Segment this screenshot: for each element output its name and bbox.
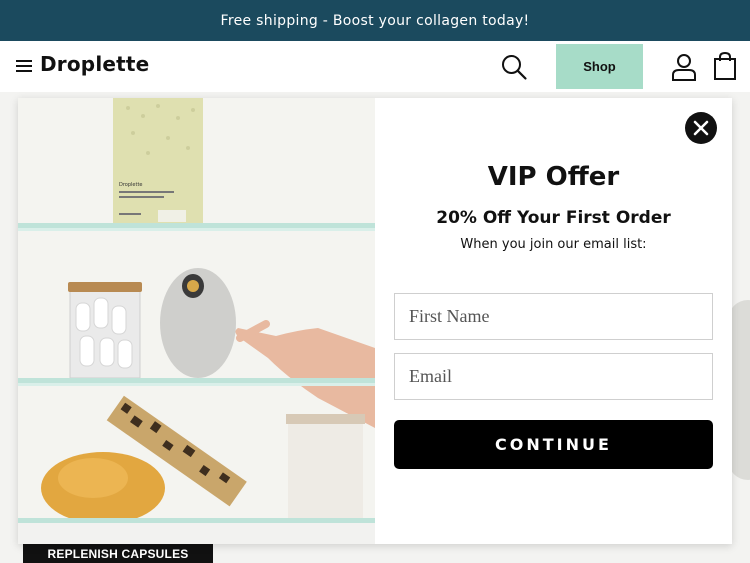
search-icon[interactable] <box>500 53 528 81</box>
vip-offer-popup: Droplette VIP Offer 20% Off Your First O… <box>18 98 732 544</box>
popup-product-image: Droplette <box>18 98 375 544</box>
shelf-scene-illustration: Droplette <box>18 98 375 544</box>
popup-subtitle: 20% Off Your First Order <box>436 208 671 228</box>
shop-button[interactable]: Shop <box>556 44 643 89</box>
menu-icon[interactable] <box>16 59 32 73</box>
account-icon[interactable] <box>670 52 698 82</box>
cart-icon[interactable] <box>712 51 738 81</box>
close-popup-button[interactable] <box>685 112 717 144</box>
announcement-banner: Free shipping - Boost your collagen toda… <box>0 0 750 41</box>
replenish-capsules-badge[interactable]: REPLENISH CAPSULES <box>23 544 213 563</box>
close-icon <box>693 120 709 136</box>
email-field[interactable] <box>394 353 713 400</box>
first-name-field[interactable] <box>394 293 713 340</box>
popup-description: When you join our email list: <box>460 237 647 252</box>
product-box-brand: Droplette <box>119 182 143 188</box>
popup-form-panel: VIP Offer 20% Off Your First Order When … <box>375 98 732 544</box>
brand-logo[interactable]: Droplette <box>40 52 149 76</box>
popup-title: VIP Offer <box>487 162 620 192</box>
site-header: Droplette Shop <box>0 41 750 92</box>
continue-button[interactable]: CONTINUE <box>394 420 713 469</box>
